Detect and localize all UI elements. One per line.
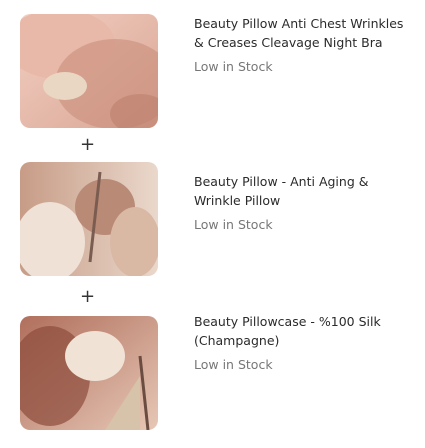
stock-status: Low in Stock [194,357,273,372]
product-info: Beauty Pillow Anti Chest Wrinkles & Crea… [194,14,409,76]
product-title[interactable]: Beauty Pillowcase - %100 Silk (Champagne… [194,312,409,350]
product-info: Beauty Pillowcase - %100 Silk (Champagne… [194,312,409,374]
product-title[interactable]: Beauty Pillow Anti Chest Wrinkles & Crea… [194,14,409,52]
plus-icon: + [80,286,96,307]
plus-icon: + [80,134,96,155]
product-image[interactable] [20,316,158,430]
stock-status: Low in Stock [194,217,273,232]
stock-status: Low in Stock [194,59,273,74]
product-image[interactable] [20,14,158,128]
product-title[interactable]: Beauty Pillow - Anti Aging & Wrinkle Pil… [194,172,409,210]
product-info: Beauty Pillow - Anti Aging & Wrinkle Pil… [194,172,409,234]
product-image[interactable] [20,162,158,276]
